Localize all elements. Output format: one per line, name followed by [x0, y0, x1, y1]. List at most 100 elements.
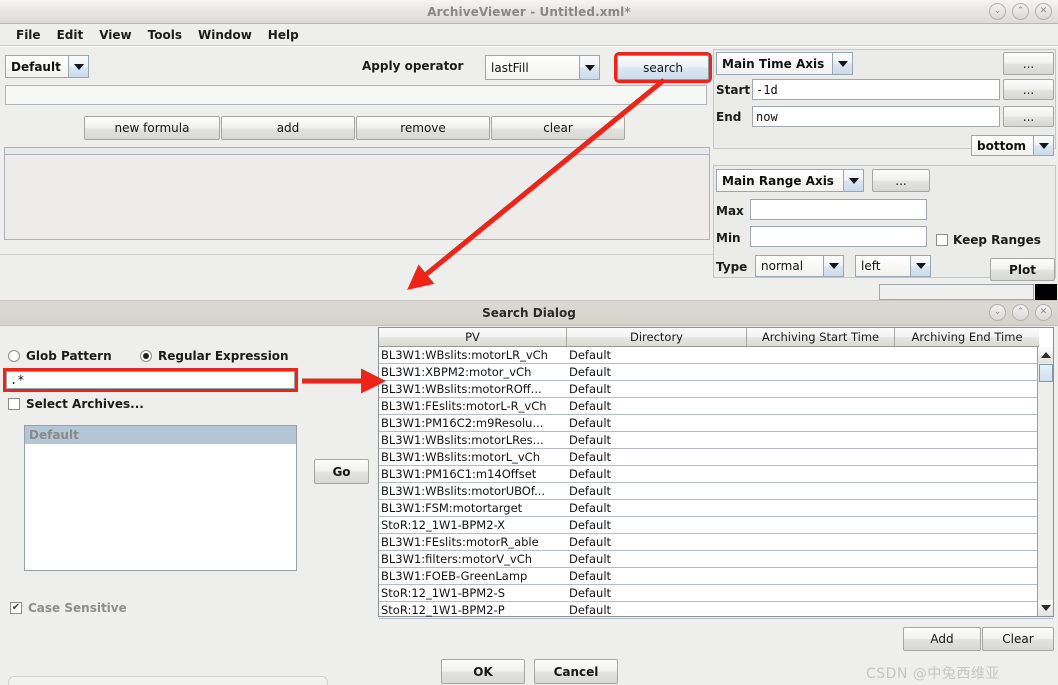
- menu-window[interactable]: Window: [190, 26, 260, 44]
- type-combo[interactable]: normal: [755, 255, 844, 277]
- pv-table-body: BL3W1:WBslits:motorLR_vCh Default BL3W1:XB…: [379, 347, 1053, 619]
- glob-pattern-radio[interactable]: Glob Pattern: [8, 349, 112, 363]
- table-row[interactable]: BL3W1:PM16C2:m9Resolu... Default: [379, 415, 1053, 432]
- table-cell-pv: BL3W1:XBPM2:motor_vCh: [381, 365, 532, 379]
- formula-list-hscroll[interactable]: [4, 147, 710, 155]
- select-archives-checkbox[interactable]: Select Archives...: [8, 397, 144, 411]
- add-pv-button[interactable]: Add: [903, 627, 981, 651]
- table-cell-pv: BL3W1:WBslits:motorUBOf...: [381, 484, 546, 498]
- scroll-up-icon[interactable]: [1038, 347, 1053, 363]
- table-row[interactable]: StoR:12_1W1-BPM2-X Default: [379, 517, 1053, 534]
- table-cell-aet: [895, 602, 1035, 618]
- main-toolbar-panel: Default Apply operator lastFill search n…: [0, 46, 1058, 300]
- close-icon[interactable]: ✕: [1035, 3, 1052, 20]
- maximize-icon[interactable]: ⌃: [1012, 3, 1029, 20]
- table-row[interactable]: BL3W1:filters:motorV_vCh Default: [379, 551, 1053, 568]
- pv-table-scrollbar[interactable]: [1037, 347, 1053, 616]
- clear-pv-button[interactable]: Clear: [982, 627, 1054, 651]
- table-cell-pv: BL3W1:WBslits:motorL_vCh: [381, 450, 540, 464]
- archives-list[interactable]: Default: [24, 425, 297, 571]
- checkbox-icon: ✔: [10, 602, 22, 614]
- type-label: Type: [716, 260, 748, 274]
- min-input[interactable]: [750, 226, 927, 247]
- table-cell-ast: [747, 398, 895, 414]
- archives-list-item-default[interactable]: Default: [25, 426, 296, 444]
- table-row[interactable]: BL3W1:PM16C1:m14Offset Default: [379, 466, 1053, 483]
- scroll-down-icon[interactable]: [1038, 600, 1053, 616]
- max-input[interactable]: [750, 199, 927, 220]
- table-row[interactable]: BL3W1:WBslits:motorROff... Default: [379, 381, 1053, 398]
- range-axis-options-button[interactable]: ...: [872, 169, 930, 192]
- resize-grip[interactable]: [1035, 284, 1057, 300]
- range-axis-combo[interactable]: Main Range Axis: [716, 169, 864, 192]
- table-cell-ast: [747, 534, 895, 550]
- table-row[interactable]: BL3W1:WBslits:motorLRes... Default: [379, 432, 1053, 449]
- table-cell-aet: [895, 381, 1035, 397]
- table-cell-aet: [895, 398, 1035, 414]
- menu-tools[interactable]: Tools: [140, 26, 190, 44]
- time-axis-combo[interactable]: Main Time Axis: [716, 52, 853, 75]
- type-combo-value: normal: [756, 256, 823, 276]
- axis-side-combo-value: left: [856, 256, 910, 276]
- plot-button[interactable]: Plot: [990, 258, 1055, 281]
- go-button[interactable]: Go: [314, 459, 369, 484]
- scrollbar-thumb[interactable]: [1039, 364, 1053, 382]
- end-input[interactable]: now: [752, 106, 1000, 127]
- cancel-button[interactable]: Cancel: [534, 659, 618, 684]
- column-header-archiving-end-time[interactable]: Archiving End Time: [895, 328, 1039, 347]
- chevron-down-icon: [1033, 136, 1053, 155]
- axis-position-combo[interactable]: bottom: [971, 135, 1054, 156]
- profile-combo[interactable]: Default: [5, 55, 89, 78]
- table-row[interactable]: BL3W1:WBslits:motorLR_vCh Default: [379, 347, 1053, 364]
- maximize-icon[interactable]: ⌃: [1012, 304, 1029, 321]
- formula-list-footer: [0, 243, 714, 255]
- ok-button[interactable]: OK: [441, 659, 525, 684]
- glob-pattern-label: Glob Pattern: [26, 349, 112, 363]
- column-header-directory[interactable]: Directory: [567, 328, 747, 347]
- keep-ranges-checkbox[interactable]: Keep Ranges: [936, 233, 1041, 247]
- minimize-icon[interactable]: ⌄: [989, 304, 1006, 321]
- end-options-button[interactable]: ...: [1003, 106, 1054, 127]
- column-header-archiving-start-time[interactable]: Archiving Start Time: [747, 328, 895, 347]
- remove-button[interactable]: remove: [356, 116, 490, 140]
- window-title: ArchiveViewer - Untitled.xml*: [427, 4, 631, 19]
- table-cell-pv: BL3W1:WBslits:motorLR_vCh: [381, 348, 548, 362]
- table-row[interactable]: StoR:12_1W1-BPM2-P Default: [379, 602, 1053, 619]
- search-button[interactable]: search: [614, 52, 712, 83]
- table-cell-dir: Default: [569, 603, 612, 617]
- column-header-pv[interactable]: PV: [379, 328, 567, 347]
- start-input[interactable]: -1d: [752, 79, 1000, 100]
- start-options-button[interactable]: ...: [1003, 79, 1054, 100]
- menu-file[interactable]: File: [8, 26, 49, 44]
- operator-combo[interactable]: lastFill: [485, 55, 600, 80]
- menu-view[interactable]: View: [91, 26, 139, 44]
- clear-button[interactable]: clear: [491, 116, 625, 140]
- table-row[interactable]: BL3W1:XBPM2:motor_vCh Default: [379, 364, 1053, 381]
- time-axis-options-button[interactable]: ...: [1003, 52, 1054, 75]
- close-icon[interactable]: ✕: [1035, 304, 1052, 321]
- pattern-input[interactable]: .*: [3, 368, 298, 392]
- case-sensitive-checkbox[interactable]: ✔ Case Sensitive: [10, 601, 127, 615]
- checkbox-icon: [936, 234, 948, 246]
- table-row[interactable]: StoR:12_1W1-BPM2-S Default: [379, 585, 1053, 602]
- keep-ranges-label: Keep Ranges: [953, 233, 1041, 247]
- table-row[interactable]: BL3W1:WBslits:motorL_vCh Default: [379, 449, 1053, 466]
- new-formula-button[interactable]: new formula: [84, 116, 220, 140]
- table-row[interactable]: BL3W1:WBslits:motorUBOf... Default: [379, 483, 1053, 500]
- add-button[interactable]: add: [221, 116, 355, 140]
- table-row[interactable]: BL3W1:FEslits:motorL-R_vCh Default: [379, 398, 1053, 415]
- radio-icon: [8, 350, 20, 362]
- menu-help[interactable]: Help: [260, 26, 307, 44]
- table-cell-ast: [747, 432, 895, 448]
- table-cell-aet: [895, 449, 1035, 465]
- table-cell-dir: Default: [569, 382, 612, 396]
- table-row[interactable]: BL3W1:FEslits:motorR_able Default: [379, 534, 1053, 551]
- minimize-icon[interactable]: ⌄: [989, 3, 1006, 20]
- table-cell-dir: Default: [569, 450, 612, 464]
- formula-input[interactable]: [5, 85, 707, 105]
- axis-side-combo[interactable]: left: [855, 255, 931, 277]
- regular-expression-radio[interactable]: Regular Expression: [140, 349, 289, 363]
- table-row[interactable]: BL3W1:FOEB-GreenLamp Default: [379, 568, 1053, 585]
- table-row[interactable]: BL3W1:FSM:motortarget Default: [379, 500, 1053, 517]
- menu-edit[interactable]: Edit: [49, 26, 92, 44]
